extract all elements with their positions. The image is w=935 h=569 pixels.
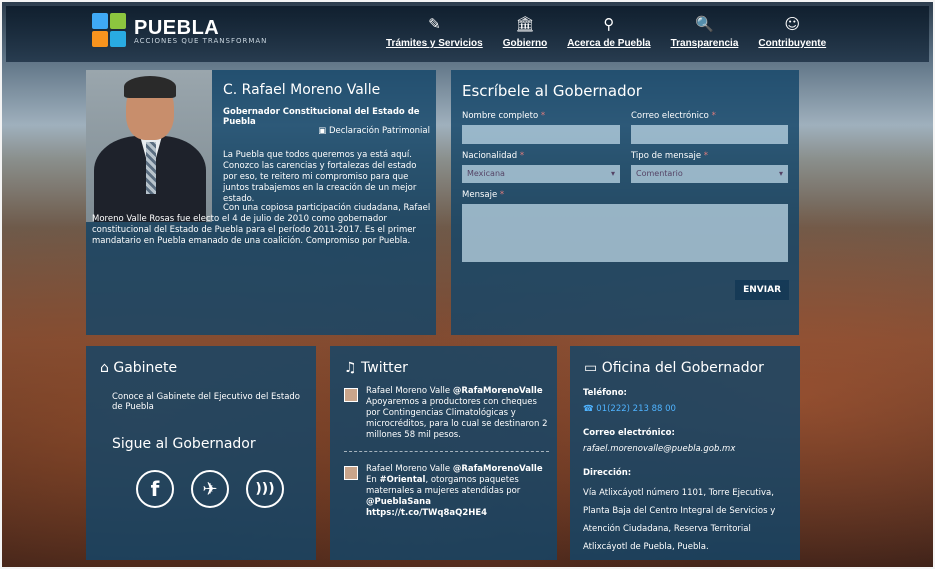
tweet-mention[interactable]: @PueblaSana [366,497,431,507]
twitter-title: ♫ Twitter [344,360,408,376]
briefcase-icon: ▭ [584,360,602,376]
twitter-bird-icon: ♫ [344,360,362,376]
phone-link[interactable]: ☎ 01(222) 213 88 00 [583,404,676,414]
nav-tramites[interactable]: ✎ Trámites y Servicios [386,14,483,49]
email-link[interactable]: rafael.morenovalle@puebla.gob.mx [583,444,735,454]
landmark-icon: ⚲ [603,15,615,33]
governor-paragraph-1: La Puebla que todos queremos ya está aqu… [223,150,417,204]
governor-photo [86,70,212,222]
send-button[interactable]: ENVIAR [735,280,789,300]
twitter-icon[interactable]: ✈ [191,470,229,508]
type-label: Tipo de mensaje * [631,151,708,161]
tweet: Rafael Moreno Valle @RafaMorenoValle Apo… [344,386,549,441]
email-label: Correo electrónico: [583,428,675,438]
governor-panel: C. Rafael Moreno Valle Gobernador Consti… [86,70,436,335]
address-label: Dirección: [583,468,632,478]
tweet-author: Rafael Moreno Valle [366,464,451,474]
building-icon: 🏛 [515,15,535,33]
building-icon: ⌂ [100,360,114,376]
follow-title: Sigue al Gobernador [112,436,256,452]
message-label: Mensaje * [462,190,505,200]
address-text: Vía Atlixcáyotl número 1101, Torre Ejecu… [583,488,776,552]
governor-paragraph-2: Con una copiosa participación ciudadana,… [92,203,434,247]
governor-paragraph-2-text: Con una copiosa participación ciudadana,… [92,203,431,246]
gabinete-text: Conoce al Gabinete del Ejecutivo del Est… [112,392,300,412]
nav-acerca[interactable]: ⚲ Acerca de Puebla [567,14,650,49]
main-nav: ✎ Trámites y Servicios 🏛 Gobierno ⚲ Acer… [386,14,846,49]
puebla-logo[interactable]: PUEBLA ACCIONES QUE TRANSFORMAN [92,13,267,49]
nationality-label: Nacionalidad * [462,151,525,161]
gabinete-panel: ⌂ Gabinete Conoce al Gabinete del Ejecut… [86,346,316,560]
tweet-author: Rafael Moreno Valle [366,386,451,396]
dropdown-arrow-icon: ▾ [778,169,783,178]
facebook-icon[interactable]: f [136,470,174,508]
site-header: PUEBLA ACCIONES QUE TRANSFORMAN ✎ Trámit… [6,6,929,62]
phone-label: Teléfono: [583,388,627,398]
dropdown-arrow-icon: ▾ [610,169,615,178]
declaration-label: Declaración Patrimonial [329,126,430,136]
nav-label: Gobierno [502,38,548,49]
office-panel: ▭ Oficina del Gobernador Teléfono: ☎ 01(… [570,346,800,560]
document-search-icon: 🔍 [695,15,714,33]
declaration-link[interactable]: ▣ Declaración Patrimonial [318,126,430,136]
contact-form: Escríbele al Gobernador Nombre completo … [451,70,799,335]
social-links: f ✈ ))) [136,470,301,508]
logo-subtitle: ACCIONES QUE TRANSFORMAN [134,36,268,45]
twitter-panel: ♫ Twitter Rafael Moreno Valle @RafaMoren… [330,346,557,560]
document-icon: ▣ [318,126,329,136]
tweet-hashtag[interactable]: #Oriental [379,475,425,485]
governor-title: Gobernador Constitucional del Estado de … [223,107,420,127]
name-label: Nombre completo * [462,111,546,121]
email-input[interactable] [631,125,788,144]
nav-label: Contribuyente [758,38,827,49]
nav-gobierno[interactable]: 🏛 Gobierno [503,14,547,49]
office-title: ▭ Oficina del Gobernador [584,360,764,376]
nav-label: Trámites y Servicios [386,38,483,49]
email-label: Correo electrónico * [631,111,716,121]
nav-contribuyente[interactable]: ☺ Contribuyente [758,14,826,49]
governor-name: C. Rafael Moreno Valle [223,82,381,98]
gabinete-title[interactable]: ⌂ Gabinete [100,360,177,376]
tweet-text: Apoyaremos a productores con cheques por… [366,397,548,440]
nav-label: Acerca de Puebla [567,38,651,49]
avatar [344,466,358,480]
rss-icon[interactable]: ))) [246,470,284,508]
phone-icon: ☎ [583,404,597,414]
nationality-select[interactable]: Mexicana ▾ [462,165,620,183]
type-select[interactable]: Comentario ▾ [631,165,788,183]
message-textarea[interactable] [462,204,788,262]
tweet-handle[interactable]: @RafaMorenoValle [453,464,543,474]
nav-label: Transparencia [670,38,739,49]
tweet-link[interactable]: https://t.co/TWq8aQ2HE4 [366,508,487,518]
nav-transparencia[interactable]: 🔍 Transparencia [671,14,739,49]
tweet-handle[interactable]: @RafaMorenoValle [453,386,543,396]
logo-title: PUEBLA [134,16,220,39]
form-title: Escríbele al Gobernador [462,82,642,100]
user-icon: ☺ [784,15,801,33]
edit-icon: ✎ [428,15,441,33]
name-input[interactable] [462,125,620,144]
tweet: Rafael Moreno Valle @RafaMorenoValle En … [344,464,549,519]
avatar [344,388,358,402]
logo-mark-icon [92,13,128,49]
divider [344,451,549,452]
